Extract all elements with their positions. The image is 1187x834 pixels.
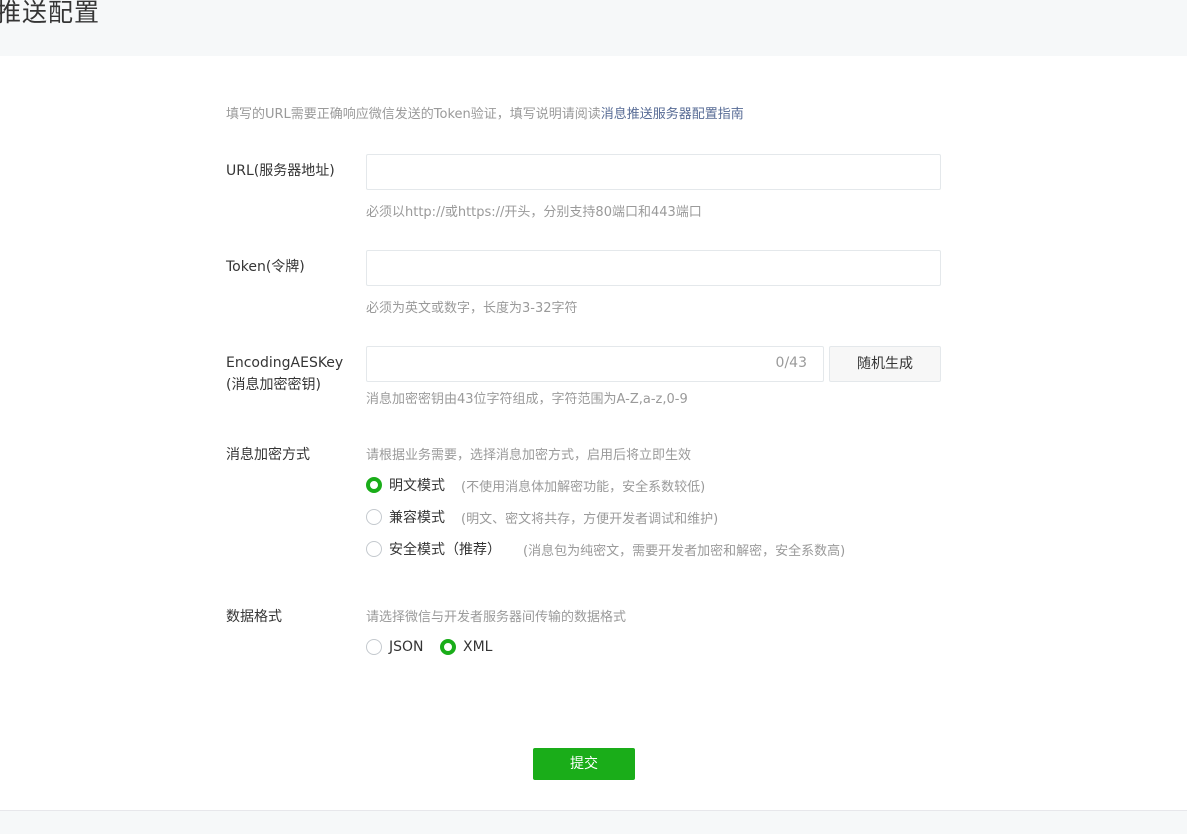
radio-unchecked-icon (366, 509, 382, 525)
aes-key-hint: 消息加密密钥由43位字符组成，字符范围为A-Z,a-z,0-9 (366, 392, 688, 407)
encryption-option-plaintext[interactable]: 明文模式 (不使用消息体加解密功能，安全系数较低) (366, 475, 705, 495)
format-option-xml[interactable]: XML (440, 637, 492, 657)
token-hint: 必须为英文或数字，长度为3-32字符 (366, 301, 578, 316)
aes-key-label-line1: EncodingAESKey (226, 355, 344, 371)
aes-key-counter: 0/43 (775, 355, 807, 371)
encryption-option-label: 明文模式 (389, 478, 445, 494)
intro-text: 填写的URL需要正确响应微信发送的Token验证，填写说明请阅读消息推送服务器配… (226, 103, 744, 122)
footer-band (0, 810, 1187, 834)
data-format-hint: 请选择微信与开发者服务器间传输的数据格式 (366, 610, 627, 625)
aes-key-label-line2: (消息加密密钥) (226, 377, 321, 393)
encryption-hint: 请根据业务需要，选择消息加密方式，启用后将立即生效 (366, 448, 692, 463)
encryption-option-label: 兼容模式 (389, 510, 445, 526)
radio-unchecked-icon (366, 639, 382, 655)
submit-button[interactable]: 提交 (533, 748, 635, 780)
encryption-option-desc: (消息包为纯密文，需要开发者加密和解密，安全系数高) (523, 543, 846, 559)
format-option-label: JSON (389, 639, 424, 655)
intro-description: 填写的URL需要正确响应微信发送的Token验证，填写说明请阅读 (226, 107, 601, 122)
encryption-label: 消息加密方式 (226, 447, 310, 463)
data-format-label: 数据格式 (226, 609, 282, 625)
encryption-option-desc: (明文、密文将共存，方便开发者调试和维护) (461, 511, 719, 527)
page-title: 推送配置 (0, 0, 101, 27)
token-input[interactable] (366, 250, 941, 286)
url-input[interactable] (366, 154, 941, 190)
aes-key-field: 0/43 (366, 346, 824, 382)
url-label: URL(服务器地址) (226, 163, 335, 179)
aes-key-label: EncodingAESKey (消息加密密钥) (226, 352, 343, 396)
encryption-option-compatible[interactable]: 兼容模式 (明文、密文将共存，方便开发者调试和维护) (366, 507, 718, 527)
url-hint: 必须以http://或https://开头，分别支持80端口和443端口 (366, 205, 702, 220)
generate-key-button[interactable]: 随机生成 (829, 346, 941, 382)
token-label: Token(令牌) (226, 259, 305, 275)
radio-unchecked-icon (366, 541, 382, 557)
radio-checked-icon (440, 639, 456, 655)
aes-key-input[interactable] (367, 347, 757, 381)
format-option-label: XML (463, 639, 493, 655)
format-option-json[interactable]: JSON (366, 637, 424, 657)
encryption-option-label: 安全模式（推荐） (389, 542, 501, 558)
encryption-option-secure[interactable]: 安全模式（推荐） (消息包为纯密文，需要开发者加密和解密，安全系数高) (366, 539, 845, 559)
radio-checked-icon (366, 477, 382, 493)
header-band: 推送配置 (0, 0, 1187, 56)
config-guide-link[interactable]: 消息推送服务器配置指南 (601, 107, 744, 122)
encryption-option-desc: (不使用消息体加解密功能，安全系数较低) (461, 479, 706, 495)
